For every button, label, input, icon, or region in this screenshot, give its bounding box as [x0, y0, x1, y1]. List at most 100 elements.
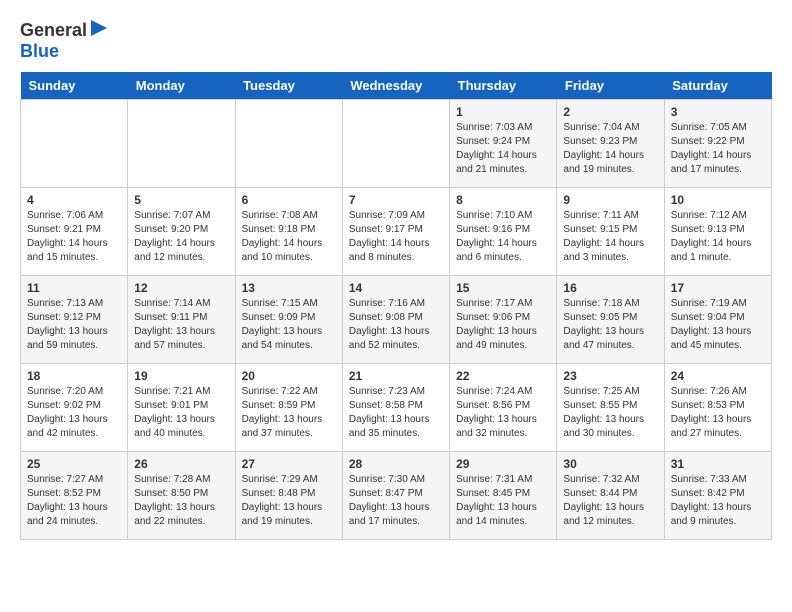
- calendar-cell: 26 Sunrise: 7:28 AM Sunset: 8:50 PM Dayli…: [128, 452, 235, 540]
- day-number: 4: [27, 193, 121, 207]
- weekday-header-saturday: Saturday: [664, 72, 771, 100]
- logo-container: General Blue: [20, 20, 87, 62]
- day-number: 8: [456, 193, 550, 207]
- day-number: 5: [134, 193, 228, 207]
- day-info: Sunrise: 7:23 AM Sunset: 8:58 PM Dayligh…: [349, 385, 443, 441]
- calendar-cell: 1 Sunrise: 7:03 AM Sunset: 9:24 PM Daylig…: [450, 100, 557, 188]
- day-info: Sunrise: 7:21 AM Sunset: 9:01 PM Dayligh…: [134, 385, 228, 441]
- calendar-cell: 10 Sunrise: 7:12 AM Sunset: 9:13 PM Dayli…: [664, 188, 771, 276]
- calendar-week-2: 4 Sunrise: 7:06 AM Sunset: 9:21 PM Daylig…: [21, 188, 772, 276]
- calendar-cell: 24 Sunrise: 7:26 AM Sunset: 8:53 PM Dayli…: [664, 364, 771, 452]
- weekday-header-thursday: Thursday: [450, 72, 557, 100]
- calendar-cell: 16Sunrise: 7:18 AM Sunset: 9:05 PM Dayli…: [557, 276, 664, 364]
- day-info: Sunrise: 7:22 AM Sunset: 8:59 PM Dayligh…: [242, 385, 336, 441]
- day-info: Sunrise: 7:05 AM Sunset: 9:22 PM Dayligh…: [671, 121, 765, 177]
- calendar-cell: 8Sunrise: 7:10 AM Sunset: 9:16 PM Daylig…: [450, 188, 557, 276]
- weekday-header-wednesday: Wednesday: [342, 72, 449, 100]
- day-info: Sunrise: 7:18 AM Sunset: 9:05 PM Dayligh…: [563, 297, 657, 353]
- calendar-cell: 29 Sunrise: 7:31 AM Sunset: 8:45 PM Dayli…: [450, 452, 557, 540]
- day-number: 10: [671, 193, 765, 207]
- day-number: 6: [242, 193, 336, 207]
- calendar-cell: 6 Sunrise: 7:08 AM Sunset: 9:18 PM Daylig…: [235, 188, 342, 276]
- day-info: Sunrise: 7:30 AM Sunset: 8:47 PM Dayligh…: [349, 473, 443, 529]
- calendar-cell: [128, 100, 235, 188]
- day-info: Sunrise: 7:08 AM Sunset: 9:18 PM Dayligh…: [242, 209, 336, 265]
- day-info: Sunrise: 7:29 AM Sunset: 8:48 PM Dayligh…: [242, 473, 336, 529]
- calendar-cell: 14 Sunrise: 7:16 AM Sunset: 9:08 PM Dayli…: [342, 276, 449, 364]
- day-info: Sunrise: 7:16 AM Sunset: 9:08 PM Dayligh…: [349, 297, 443, 353]
- calendar-cell: 28 Sunrise: 7:30 AM Sunset: 8:47 PM Dayli…: [342, 452, 449, 540]
- day-info: Sunrise: 7:27 AM Sunset: 8:52 PM Dayligh…: [27, 473, 121, 529]
- calendar-week-5: 25 Sunrise: 7:27 AM Sunset: 8:52 PM Dayli…: [21, 452, 772, 540]
- day-number: 12: [134, 281, 228, 295]
- day-info: Sunrise: 7:15 AM Sunset: 9:09 PM Dayligh…: [242, 297, 336, 353]
- page-header: General Blue: [20, 20, 772, 62]
- day-number: 14: [349, 281, 443, 295]
- logo: General Blue: [20, 20, 87, 62]
- day-info: Sunrise: 7:19 AM Sunset: 9:04 PM Dayligh…: [671, 297, 765, 353]
- day-number: 19: [134, 369, 228, 383]
- weekday-header-row: SundayMondayTuesdayWednesdayThursdayFrid…: [21, 72, 772, 100]
- day-number: 25: [27, 457, 121, 471]
- calendar-cell: 30Sunrise: 7:32 AM Sunset: 8:44 PM Dayli…: [557, 452, 664, 540]
- logo-arrow-icon: [89, 18, 109, 38]
- calendar-week-1: 1 Sunrise: 7:03 AM Sunset: 9:24 PM Daylig…: [21, 100, 772, 188]
- day-info: Sunrise: 7:04 AM Sunset: 9:23 PM Dayligh…: [563, 121, 657, 177]
- day-number: 17: [671, 281, 765, 295]
- day-number: 3: [671, 105, 765, 119]
- day-number: 20: [242, 369, 336, 383]
- calendar-cell: 13Sunrise: 7:15 AM Sunset: 9:09 PM Dayli…: [235, 276, 342, 364]
- calendar-cell: 2 Sunrise: 7:04 AM Sunset: 9:23 PM Daylig…: [557, 100, 664, 188]
- day-info: Sunrise: 7:26 AM Sunset: 8:53 PM Dayligh…: [671, 385, 765, 441]
- day-number: 9: [563, 193, 657, 207]
- day-info: Sunrise: 7:20 AM Sunset: 9:02 PM Dayligh…: [27, 385, 121, 441]
- calendar-week-3: 11Sunrise: 7:13 AM Sunset: 9:12 PM Dayli…: [21, 276, 772, 364]
- weekday-header-friday: Friday: [557, 72, 664, 100]
- weekday-header-sunday: Sunday: [21, 72, 128, 100]
- day-info: Sunrise: 7:28 AM Sunset: 8:50 PM Dayligh…: [134, 473, 228, 529]
- day-info: Sunrise: 7:09 AM Sunset: 9:17 PM Dayligh…: [349, 209, 443, 265]
- day-number: 24: [671, 369, 765, 383]
- calendar-cell: 11Sunrise: 7:13 AM Sunset: 9:12 PM Dayli…: [21, 276, 128, 364]
- calendar-cell: 17 Sunrise: 7:19 AM Sunset: 9:04 PM Dayli…: [664, 276, 771, 364]
- day-info: Sunrise: 7:33 AM Sunset: 8:42 PM Dayligh…: [671, 473, 765, 529]
- calendar-table: SundayMondayTuesdayWednesdayThursdayFrid…: [20, 72, 772, 540]
- calendar-cell: [235, 100, 342, 188]
- day-number: 15: [456, 281, 550, 295]
- calendar-cell: 3 Sunrise: 7:05 AM Sunset: 9:22 PM Daylig…: [664, 100, 771, 188]
- calendar-cell: [21, 100, 128, 188]
- day-info: Sunrise: 7:03 AM Sunset: 9:24 PM Dayligh…: [456, 121, 550, 177]
- day-number: 27: [242, 457, 336, 471]
- calendar-week-4: 18Sunrise: 7:20 AM Sunset: 9:02 PM Dayli…: [21, 364, 772, 452]
- weekday-header-monday: Monday: [128, 72, 235, 100]
- day-info: Sunrise: 7:24 AM Sunset: 8:56 PM Dayligh…: [456, 385, 550, 441]
- day-info: Sunrise: 7:11 AM Sunset: 9:15 PM Dayligh…: [563, 209, 657, 265]
- calendar-cell: 4 Sunrise: 7:06 AM Sunset: 9:21 PM Daylig…: [21, 188, 128, 276]
- day-number: 30: [563, 457, 657, 471]
- day-number: 2: [563, 105, 657, 119]
- day-number: 1: [456, 105, 550, 119]
- weekday-header-tuesday: Tuesday: [235, 72, 342, 100]
- calendar-cell: 21 Sunrise: 7:23 AM Sunset: 8:58 PM Dayli…: [342, 364, 449, 452]
- calendar-cell: 5Sunrise: 7:07 AM Sunset: 9:20 PM Daylig…: [128, 188, 235, 276]
- day-number: 22: [456, 369, 550, 383]
- day-number: 23: [563, 369, 657, 383]
- calendar-cell: 18Sunrise: 7:20 AM Sunset: 9:02 PM Dayli…: [21, 364, 128, 452]
- calendar-cell: 23Sunrise: 7:25 AM Sunset: 8:55 PM Dayli…: [557, 364, 664, 452]
- day-number: 21: [349, 369, 443, 383]
- day-number: 29: [456, 457, 550, 471]
- day-info: Sunrise: 7:12 AM Sunset: 9:13 PM Dayligh…: [671, 209, 765, 265]
- calendar-cell: 12Sunrise: 7:14 AM Sunset: 9:11 PM Dayli…: [128, 276, 235, 364]
- day-number: 7: [349, 193, 443, 207]
- calendar-cell: [342, 100, 449, 188]
- calendar-cell: 20 Sunrise: 7:22 AM Sunset: 8:59 PM Dayli…: [235, 364, 342, 452]
- day-info: Sunrise: 7:06 AM Sunset: 9:21 PM Dayligh…: [27, 209, 121, 265]
- day-number: 31: [671, 457, 765, 471]
- day-number: 28: [349, 457, 443, 471]
- day-info: Sunrise: 7:17 AM Sunset: 9:06 PM Dayligh…: [456, 297, 550, 353]
- calendar-cell: 22 Sunrise: 7:24 AM Sunset: 8:56 PM Dayli…: [450, 364, 557, 452]
- day-info: Sunrise: 7:13 AM Sunset: 9:12 PM Dayligh…: [27, 297, 121, 353]
- day-info: Sunrise: 7:31 AM Sunset: 8:45 PM Dayligh…: [456, 473, 550, 529]
- logo-general-text: General: [20, 20, 87, 40]
- day-number: 26: [134, 457, 228, 471]
